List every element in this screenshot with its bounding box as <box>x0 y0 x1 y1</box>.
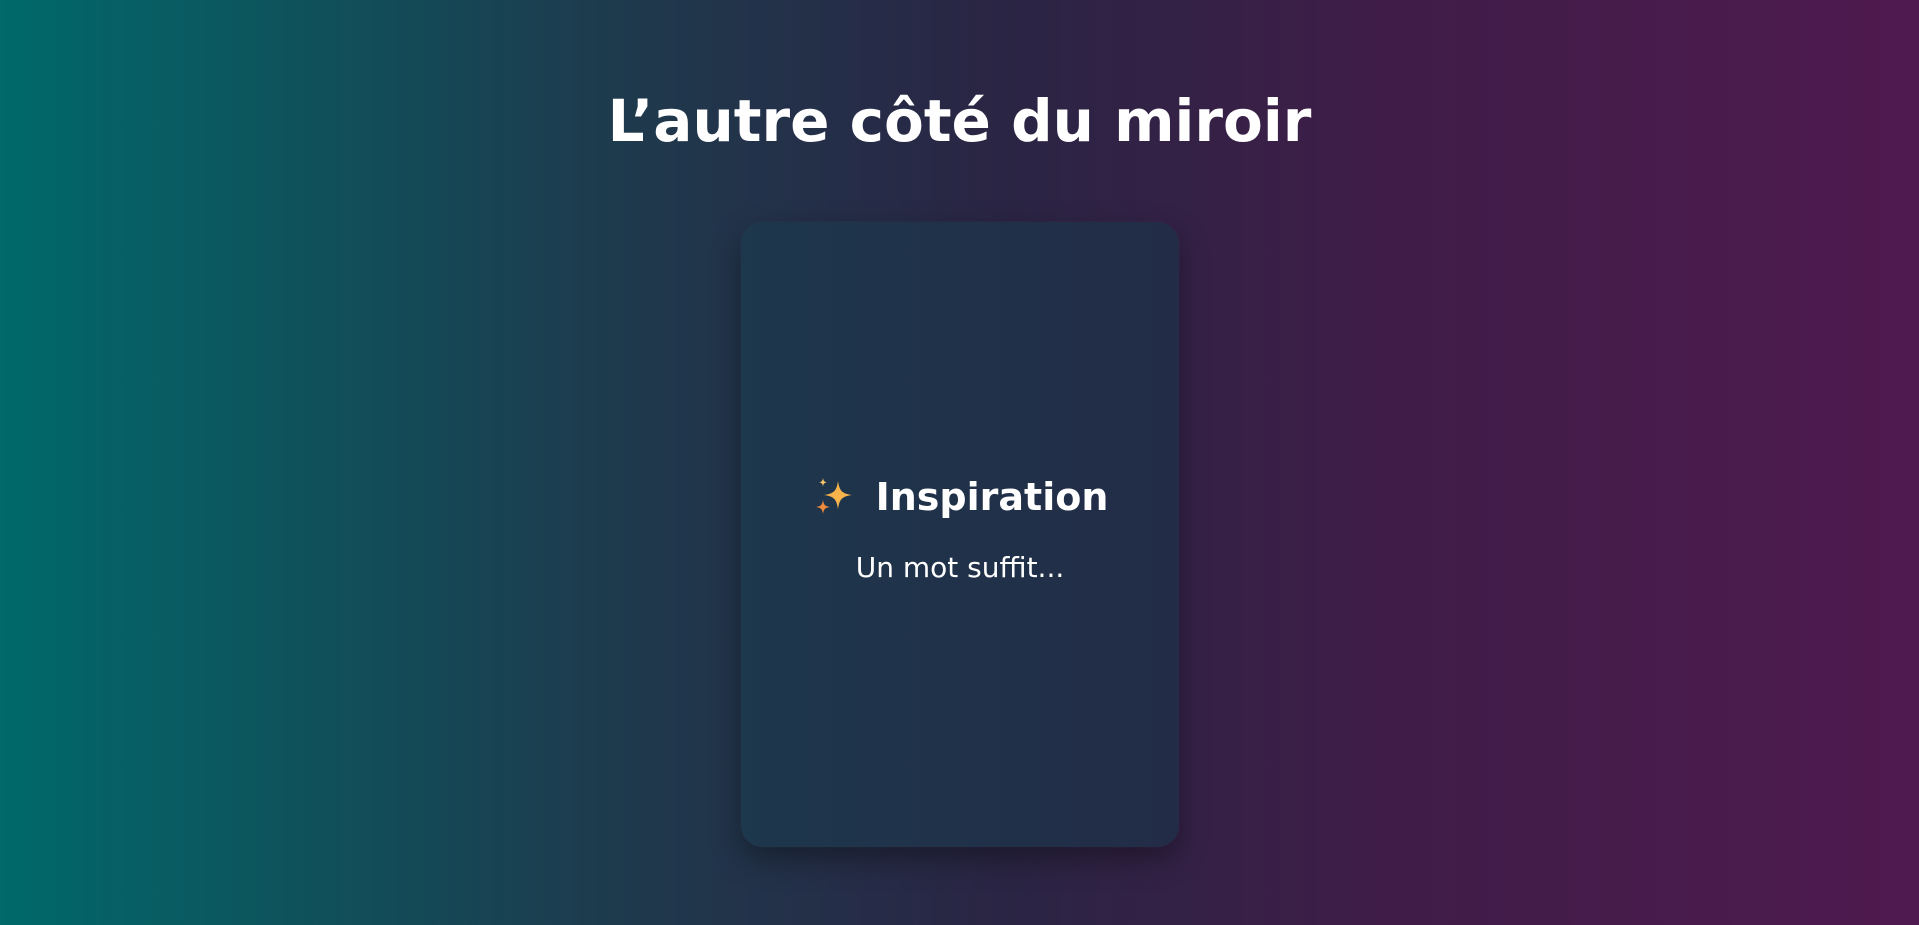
inspiration-card[interactable]: Inspiration Un mot suffit... <box>741 222 1179 847</box>
card-heading: Inspiration <box>812 474 1109 520</box>
page-title: L’autre côté du miroir <box>607 87 1312 155</box>
card-subtitle: Un mot suffit... <box>855 550 1065 584</box>
card-title: Inspiration <box>875 474 1109 519</box>
sparkles-icon <box>812 475 856 519</box>
